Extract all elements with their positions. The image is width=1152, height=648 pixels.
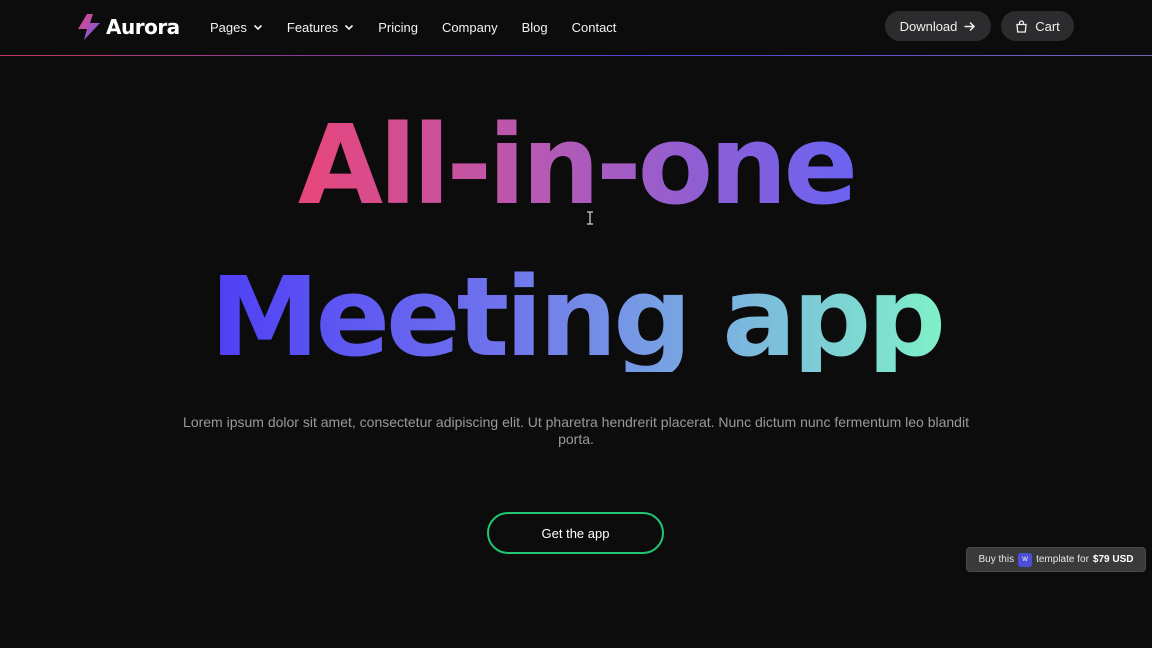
navbar-divider [0,55,1152,56]
badge-prefix: Buy this [978,554,1015,565]
nav-item-label: Pages [210,19,247,35]
webflow-logo-icon: W [1018,552,1033,567]
download-button[interactable]: Download [885,11,991,41]
hero-subtitle: Lorem ipsum dolor sit amet, consectetur … [183,414,969,447]
get-the-app-button[interactable]: Get the app [487,512,664,554]
lightning-bolt-icon [78,14,100,40]
nav-item-contact[interactable]: Contact [572,20,617,35]
text-cursor-icon [587,211,593,225]
badge-price: $79 USD [1092,554,1134,565]
arrow-right-icon [964,21,976,31]
nav-item-features[interactable]: Features [287,20,354,35]
brand-name: Aurora [106,15,180,39]
hero-title-text: All-in-one [297,101,858,229]
buy-template-badge[interactable]: Buy this W template for $79 USD [966,547,1146,572]
hero-title-line-2: Meeting app [0,262,1152,372]
chevron-down-icon [253,24,262,31]
cta-label: Get the app [541,525,610,541]
nav-item-label: Pricing [378,19,418,35]
cart-button[interactable]: Cart [1001,11,1074,41]
brand-logo[interactable]: Aurora [76,12,180,42]
shopping-bag-icon [1016,19,1027,33]
nav-item-pages[interactable]: Pages [210,20,263,35]
nav-menu: Pages Features Pricing Company Blog Cont… [210,17,616,37]
hero-title-text: Meeting app [209,253,946,381]
nav-item-pricing[interactable]: Pricing [378,20,418,35]
hero-title-line-1: All-in-one [0,110,1152,220]
nav-item-label: Blog [521,19,548,35]
nav-item-label: Features [286,19,339,35]
download-label: Download [899,18,958,34]
cart-label: Cart [1035,18,1060,34]
nav-item-company[interactable]: Company [442,20,498,35]
nav-item-label: Company [441,19,498,35]
badge-middle: template for [1036,554,1089,565]
chevron-down-icon [345,24,354,31]
navbar: Aurora Pages Features Pricing Company Bl… [0,0,1152,55]
nav-item-blog[interactable]: Blog [522,20,548,35]
nav-item-label: Contact [571,19,617,35]
